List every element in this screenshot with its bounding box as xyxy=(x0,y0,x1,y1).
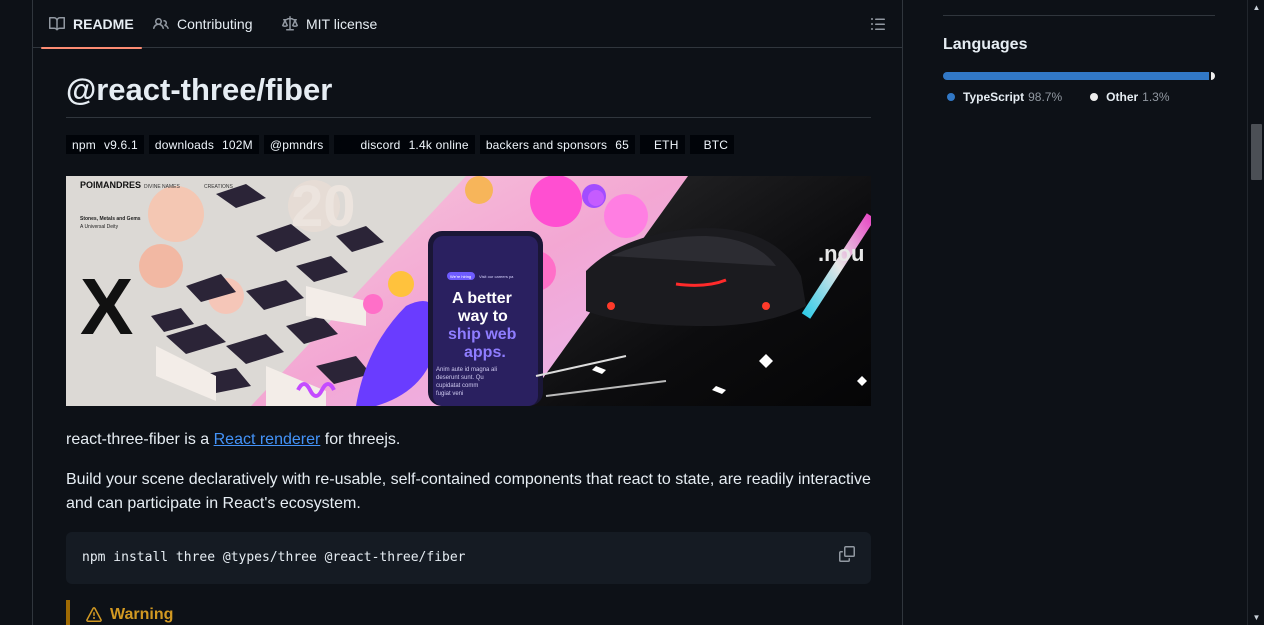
tab-readme[interactable]: README xyxy=(41,0,142,49)
badge-eth[interactable]: ETH xyxy=(639,135,685,154)
hero-body2: deserunt sunt. Qu xyxy=(436,375,484,381)
hero-phone-l2: way to xyxy=(457,308,508,325)
page-title: @react-three/fiber xyxy=(66,72,333,107)
page-scrollbar[interactable]: ▲ ▼ xyxy=(1247,0,1264,625)
badge-label: ETH xyxy=(653,137,679,152)
hero-sub2: A Universal Deity xyxy=(80,224,119,230)
badge-value: 65 xyxy=(615,137,629,152)
badge-label: downloads xyxy=(154,137,215,152)
description-paragraph: Build your scene declaratively with re-u… xyxy=(66,471,871,512)
language-percent: 98.7% xyxy=(1028,90,1063,104)
people-icon xyxy=(153,17,169,30)
tab-contributing[interactable]: Contributing xyxy=(153,0,253,48)
warning-callout: Warning xyxy=(66,600,871,625)
discord-icon xyxy=(340,139,353,150)
alert-icon xyxy=(86,607,102,622)
other-dot-icon xyxy=(1090,93,1099,101)
language-other[interactable]: Other 1.3% xyxy=(1086,90,1170,104)
install-code-block: npm install three @types/three @react-th… xyxy=(66,532,871,584)
badge-label: npm xyxy=(72,137,96,152)
badge-label: discord xyxy=(360,137,401,152)
hero-body3: cupidatat comm xyxy=(436,383,478,389)
warning-title: Warning xyxy=(86,606,173,624)
hero-body1: Anim aute id magna ali xyxy=(436,367,497,373)
languages-list: TypeScript 98.7% Other 1.3% xyxy=(943,90,1170,104)
title-divider xyxy=(66,117,871,118)
install-command[interactable]: npm install three @types/three @react-th… xyxy=(82,550,466,565)
intro-paragraph: react-three-fiber is a React renderer fo… xyxy=(66,428,871,452)
badge-sponsors[interactable]: backers and sponsors 65 xyxy=(479,135,635,154)
warning-label: Warning xyxy=(110,606,174,623)
language-bar-typescript[interactable] xyxy=(943,72,1210,80)
svg-text:20: 20 xyxy=(291,176,356,239)
badge-value: v9.6.1 xyxy=(103,137,138,152)
language-percent: 1.3% xyxy=(1142,90,1170,104)
hero-corner-text: .nou xyxy=(818,241,864,266)
hero-nav2: CREATIONS xyxy=(204,184,233,190)
badge-discord[interactable]: discord 1.4k online xyxy=(334,135,475,154)
tab-license-label: MIT license xyxy=(306,16,378,32)
badge-label: backers and sponsors xyxy=(485,137,608,152)
badge-npm[interactable]: npm v9.6.1 xyxy=(66,135,144,154)
badge-downloads[interactable]: downloads 102M xyxy=(148,135,259,154)
typescript-dot-icon xyxy=(947,93,955,101)
badge-pmndrs[interactable]: @pmndrs xyxy=(263,135,330,154)
copy-icon[interactable] xyxy=(839,546,855,562)
law-icon xyxy=(282,16,298,31)
hero-phone-l3: ship web xyxy=(448,326,517,343)
hero-nav1: DIVINE NAMES xyxy=(144,184,181,190)
list-unordered-icon[interactable] xyxy=(870,16,886,32)
tab-license[interactable]: MIT license xyxy=(282,0,377,48)
intro-text-after: for threejs. xyxy=(320,431,401,448)
scroll-thumb[interactable] xyxy=(1251,124,1262,180)
hero-pill1: We're hiring xyxy=(450,274,471,279)
language-name: TypeScript xyxy=(963,90,1025,104)
sidebar-divider xyxy=(943,15,1215,16)
badge-btc[interactable]: BTC xyxy=(689,135,735,154)
language-bar-other[interactable] xyxy=(1211,72,1215,80)
book-icon xyxy=(49,16,65,31)
languages-bar xyxy=(943,72,1215,80)
readme-tabs: README Contributing MIT license xyxy=(33,0,902,49)
tab-readme-label: README xyxy=(73,16,134,32)
badge-row: npm v9.6.1 downloads 102M @pmndrs discord 1… xyxy=(66,135,735,155)
hero-pill2: Visit our careers pa xyxy=(479,274,514,279)
svg-text:X: X xyxy=(80,262,133,351)
readme-panel: README Contributing MIT license @react-t… xyxy=(32,0,903,625)
hero-collage: 20 X POIMANDRES DIVINE NAMES CREATIONS S… xyxy=(66,176,871,406)
badge-label: BTC xyxy=(703,137,729,152)
language-name: Other xyxy=(1106,90,1139,104)
intro-text-before: react-three-fiber is a xyxy=(66,431,214,448)
badge-value: 102M xyxy=(222,137,253,152)
language-typescript[interactable]: TypeScript 98.7% xyxy=(943,90,1062,104)
tab-contributing-label: Contributing xyxy=(177,16,253,32)
hero-phone-l4: apps. xyxy=(464,344,506,361)
languages-heading: Languages xyxy=(943,36,1028,53)
hero-brand: POIMANDRES xyxy=(80,180,141,190)
hero-phone-l1: A better xyxy=(452,290,512,307)
hero-image[interactable]: 20 X POIMANDRES DIVINE NAMES CREATIONS S… xyxy=(66,176,871,406)
react-renderer-link[interactable]: React renderer xyxy=(214,431,321,448)
hero-body4: fugiat veni xyxy=(436,391,463,397)
badge-value: 1.4k online xyxy=(408,137,469,152)
scroll-up-arrow-icon[interactable]: ▲ xyxy=(1252,3,1261,12)
badge-label: @pmndrs xyxy=(269,137,324,152)
hero-sub1: Stones, Metals and Gems xyxy=(80,216,141,222)
scroll-down-arrow-icon[interactable]: ▼ xyxy=(1252,613,1261,622)
